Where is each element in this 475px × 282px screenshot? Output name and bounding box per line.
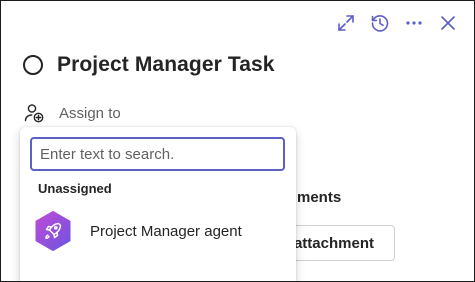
task-detail-panel: Project Manager Task Assign to ments att… <box>0 0 475 282</box>
assignee-search-input[interactable] <box>30 137 285 171</box>
assign-to-label: Assign to <box>59 104 121 122</box>
more-icon <box>406 21 422 25</box>
task-title[interactable]: Project Manager Task <box>57 53 275 77</box>
agent-avatar <box>32 210 74 252</box>
agent-option-label: Project Manager agent <box>90 222 242 240</box>
assign-to-button[interactable]: Assign to <box>23 102 121 124</box>
history-icon <box>371 15 389 32</box>
task-title-row: Project Manager Task <box>23 53 275 77</box>
assign-dropdown: Unassigned <box>20 127 296 281</box>
close-button[interactable] <box>436 11 460 35</box>
header-actions <box>334 11 460 35</box>
unassigned-section-header: Unassigned <box>38 181 112 196</box>
assignee-option-project-manager-agent[interactable]: Project Manager agent <box>32 209 284 253</box>
history-button[interactable] <box>368 11 392 35</box>
assign-person-add-icon <box>23 102 45 124</box>
expand-icon <box>338 15 354 31</box>
close-icon <box>441 16 455 30</box>
rocket-icon <box>35 211 71 251</box>
expand-button[interactable] <box>334 11 358 35</box>
more-options-button[interactable] <box>402 11 426 35</box>
complete-task-checkbox[interactable] <box>23 55 43 75</box>
attachments-heading: ments <box>297 189 342 206</box>
